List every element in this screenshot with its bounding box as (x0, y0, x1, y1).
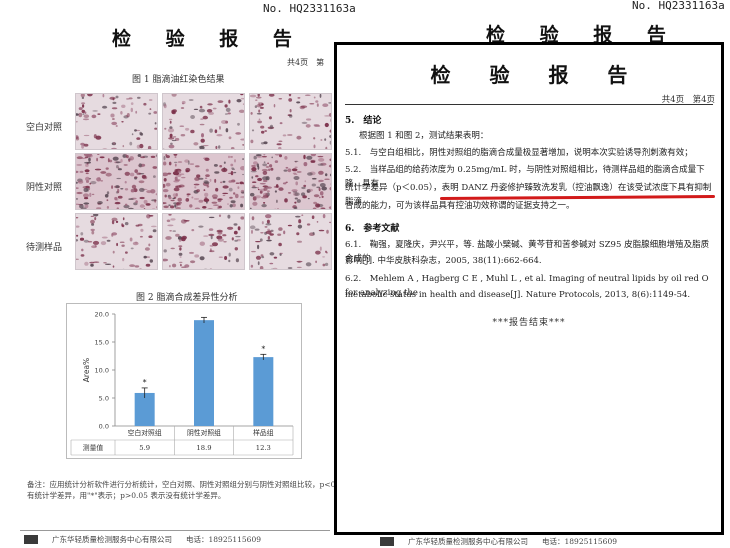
conclusion-5-2-line-3: 合成的能力，可为该样品具有控油功效称谓的证据支持之一。 (345, 201, 575, 211)
significance-mark: * (143, 378, 147, 387)
lipid-synthesis-bar-chart: 0.0 5.0 10.0 15.0 20.0 Area% * 空白对照组 5.9 阴性对照组 18.… (66, 303, 302, 459)
report-number: No. HQ2331163a (263, 2, 356, 15)
category-label: 空白对照组 (128, 428, 162, 437)
y-tick-label: 20.0 (95, 311, 109, 319)
measured-value: 12.3 (256, 444, 271, 452)
figure-2-caption: 图 2 脂滴合成差异性分析 (136, 293, 238, 303)
row-label-negative: 阴性对照 (26, 183, 63, 193)
row-label-blank: 空白对照 (26, 123, 63, 133)
y-axis-label: Area% (82, 358, 91, 382)
left-footer-phone: 电话：18925115609 (186, 535, 261, 544)
category-label: 样品组 (253, 428, 274, 437)
right-company-logo-icon (380, 537, 394, 546)
stained-cell-photo (249, 93, 332, 150)
stained-cell-photo (162, 213, 245, 270)
measured-value: 18.9 (196, 444, 211, 452)
right-report-title: 检 验 报 告 (430, 63, 644, 87)
category-label: 阴性对照组 (187, 428, 221, 437)
company-logo-icon (24, 535, 38, 544)
y-tick-label: 0.0 (99, 423, 109, 431)
stained-cell-photo (162, 153, 245, 210)
figure-1-caption: 图 1 脂滴油红染色结果 (132, 75, 225, 85)
stained-cell-photo (75, 153, 158, 210)
right-edge-report-number: No. HQ2331163a (632, 0, 725, 12)
conclusion-5-1: 5.1. 与空白组相比，阴性对照组的脂滴合成量极显著增加，说明本次实验诱导剂刺激… (345, 148, 693, 158)
right-footer-org: 广东华轻质量检测服务中心有限公司 (408, 537, 528, 546)
report-end-mark: ***报告结束*** (492, 318, 566, 328)
reference-2-line-2: metabolic status in health and disease[J… (345, 290, 691, 300)
stained-cell-photo (162, 93, 245, 150)
y-tick-label: 5.0 (99, 395, 109, 403)
section-6-title: 6. 参考文献 (345, 224, 400, 234)
stained-cell-photo (249, 213, 332, 270)
measured-value: 5.9 (139, 444, 150, 452)
left-report-title: 检 验 报 告 (112, 28, 306, 50)
y-tick-label: 15.0 (95, 339, 109, 347)
left-footer: 广东华轻质量检测服务中心有限公司 电话：18925115609 (20, 530, 330, 548)
footnote-line-1: 备注：应用统计分析软件进行分析统计，空白对照、阴性对照组分别与阴性对照组比较，p… (27, 480, 365, 489)
section-5-title: 5. 结论 (345, 116, 382, 126)
right-report-page: 检 验 报 告 共4页 第4页 5. 结论 根据图 1 和图 2，测试结果表明：… (334, 42, 724, 535)
chart-svg: 0.0 5.0 10.0 15.0 20.0 Area% * 空白对照组 5.9 阴性对照组 18.… (70, 311, 294, 456)
table-header: 测量值 (83, 443, 104, 452)
right-footer-phone: 电话：18925115609 (542, 537, 617, 546)
section-5-intro: 根据图 1 和图 2，测试结果表明： (359, 131, 489, 141)
header-rule (345, 104, 713, 105)
conclusion-5-2-stat: 统计学差异（p＜0.05）， (345, 183, 442, 193)
stained-cell-photo (75, 213, 158, 270)
bar-3 (253, 357, 274, 426)
bar-2 (194, 320, 214, 426)
right-footer: 广东华轻质量检测服务中心有限公司 电话：18925115609 (380, 536, 617, 547)
footnote-line-2: 有统计学差异，用"*"表示；p>0.05 表示没有统计学差异。 (27, 491, 226, 500)
y-tick-label: 10.0 (95, 367, 109, 375)
significance-mark: * (261, 344, 265, 353)
stained-cell-photo (75, 93, 158, 150)
row-label-sample: 待测样品 (26, 243, 63, 253)
left-page-info: 共4页 第 (287, 58, 325, 67)
reference-1-line-2: 影响[J]. 中华皮肤科杂志，2005, 38(11):662-664. (345, 256, 542, 266)
stained-cell-photo (249, 153, 332, 210)
left-footer-org: 广东华轻质量检测服务中心有限公司 (52, 535, 172, 544)
